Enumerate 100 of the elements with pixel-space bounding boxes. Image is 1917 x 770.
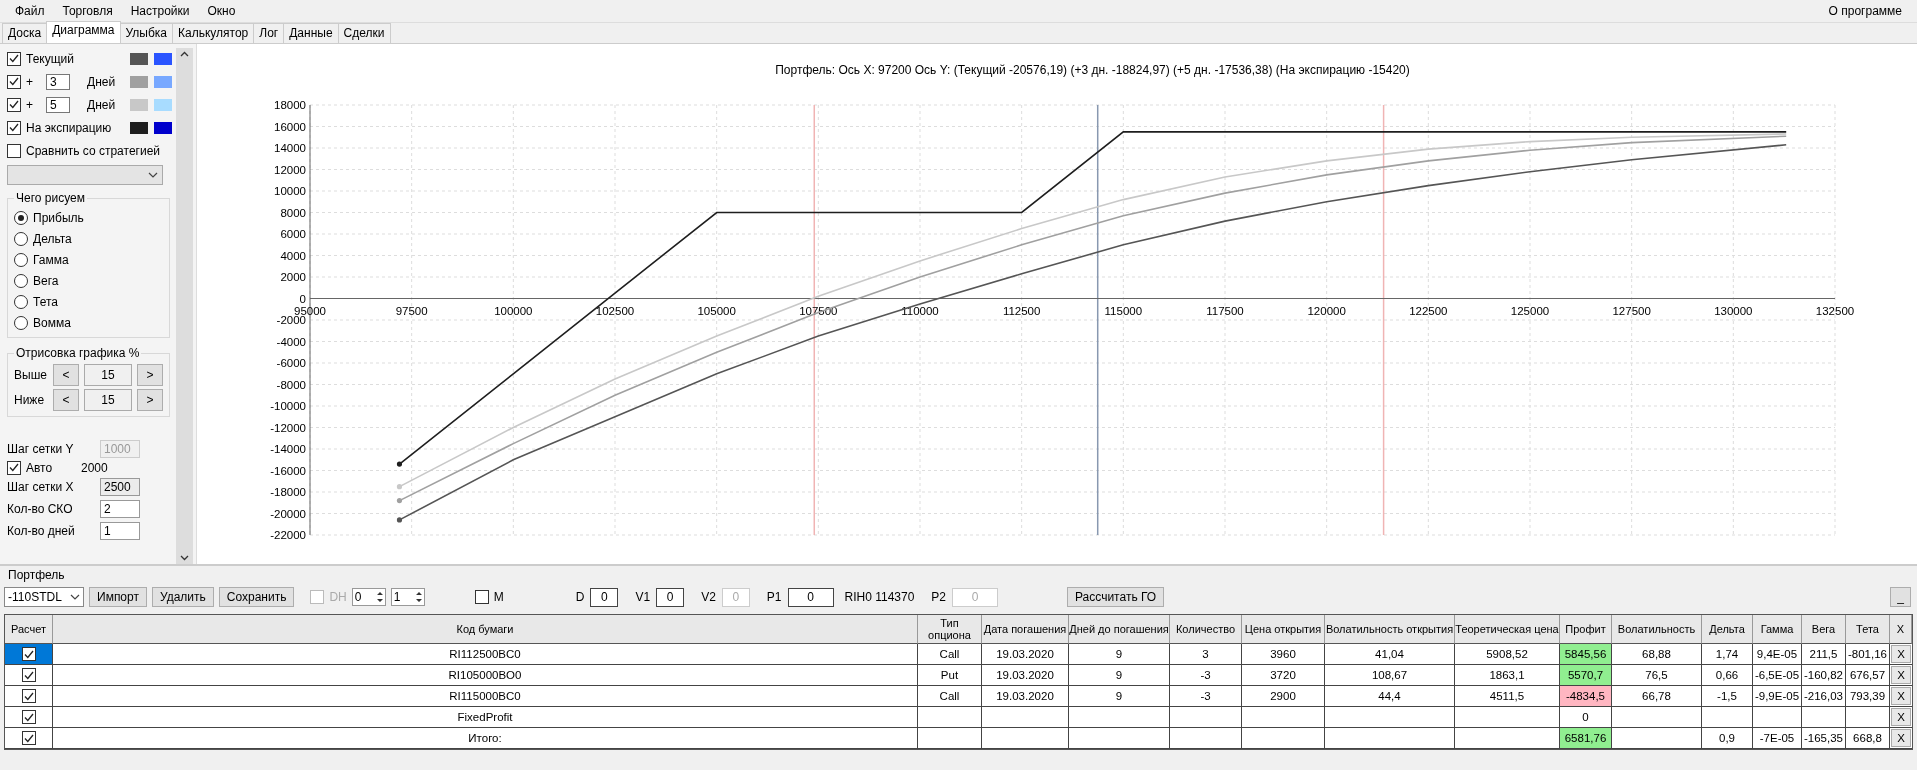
toolbar-button[interactable]: Импорт	[89, 587, 147, 607]
menu-item[interactable]: Окно	[198, 2, 245, 20]
color-swatch[interactable]	[130, 52, 148, 65]
checkbox[interactable]	[7, 74, 21, 89]
group-title: Чего рисуем	[15, 191, 86, 205]
menu-item[interactable]: Настройки	[121, 2, 199, 20]
column-header[interactable]: Дней до погашения	[1069, 615, 1170, 644]
toolbar-button[interactable]: Удалить	[151, 587, 214, 607]
menu-item[interactable]: Файл	[6, 2, 54, 20]
color-swatch[interactable]	[154, 75, 172, 88]
strategy-dropdown[interactable]: -110STDL	[4, 587, 84, 607]
color-swatch[interactable]	[154, 121, 172, 134]
checkbox[interactable]	[7, 460, 21, 475]
table-cell: 9	[1069, 686, 1170, 707]
table-cell[interactable]	[5, 728, 53, 749]
percent-field[interactable]: 15	[84, 388, 132, 411]
tab[interactable]: Калькулятор	[172, 23, 255, 43]
color-swatch[interactable]	[130, 121, 148, 134]
table-cell	[1170, 728, 1242, 749]
color-swatch[interactable]	[154, 98, 172, 111]
table-cell: -801,16	[1846, 644, 1890, 665]
column-header[interactable]: Тип опциона	[918, 615, 982, 644]
toolbar-button[interactable]: Сохранить	[218, 587, 295, 607]
checkbox[interactable]	[21, 689, 36, 703]
value-field[interactable]: 0	[590, 587, 619, 607]
y-tick-label: -2000	[276, 314, 306, 326]
y-tick-label: 12000	[274, 163, 306, 176]
checkbox[interactable]	[21, 710, 36, 724]
sko-field[interactable]: 2	[100, 500, 140, 518]
about-menu-item[interactable]: О программе	[1819, 2, 1911, 20]
x-tick-label: 107500	[799, 304, 838, 317]
radio-button[interactable]	[14, 210, 28, 225]
column-header[interactable]: X	[1890, 615, 1912, 644]
checkbox[interactable]	[7, 120, 21, 135]
column-header[interactable]: Код бумаги	[53, 615, 918, 644]
percent-field[interactable]: 15	[84, 363, 132, 386]
radio-button[interactable]	[14, 273, 28, 288]
calculate-button[interactable]: Рассчитать ГО	[1067, 587, 1165, 607]
checkbox[interactable]	[21, 668, 36, 682]
chevron-down-icon	[148, 172, 158, 178]
column-header[interactable]: Вега	[1802, 615, 1846, 644]
chevron-down-icon[interactable]	[180, 555, 189, 561]
chevron-up-icon[interactable]	[180, 51, 189, 57]
radio-button[interactable]	[14, 315, 28, 330]
table-cell[interactable]	[5, 707, 53, 728]
checkbox[interactable]	[7, 143, 21, 158]
minimize-button[interactable]: _	[1890, 587, 1911, 607]
column-header[interactable]: Цена открытия	[1242, 615, 1325, 644]
days-field[interactable]: 3	[46, 73, 70, 90]
scrollbar[interactable]	[176, 48, 193, 564]
menu-item[interactable]: Торговля	[53, 2, 122, 20]
table-cell[interactable]	[5, 665, 53, 686]
table-cell: 1,74	[1702, 644, 1753, 665]
checkbox[interactable]	[7, 51, 21, 66]
x-tick-label: 120000	[1307, 304, 1346, 317]
checkbox[interactable]	[7, 97, 21, 112]
color-swatch[interactable]	[130, 75, 148, 88]
table-cell: 19.03.2020	[982, 686, 1069, 707]
delete-button[interactable]: X	[1891, 687, 1911, 705]
column-header[interactable]: Дата погашения	[982, 615, 1069, 644]
tab[interactable]: Данные	[283, 23, 339, 43]
radio-button[interactable]	[14, 231, 28, 246]
decrease-button[interactable]: <	[53, 388, 79, 411]
column-header[interactable]: Расчет	[5, 615, 53, 644]
increase-button[interactable]: >	[137, 388, 163, 411]
delete-button[interactable]: X	[1891, 729, 1911, 747]
column-header[interactable]: Волатильность	[1612, 615, 1702, 644]
delete-button[interactable]: X	[1891, 645, 1911, 663]
column-header[interactable]: Дельта	[1702, 615, 1753, 644]
days-field[interactable]: 5	[46, 96, 70, 113]
delete-button[interactable]: X	[1891, 708, 1911, 726]
color-swatch[interactable]	[130, 98, 148, 111]
column-header[interactable]: Количество	[1170, 615, 1242, 644]
days-count-field[interactable]: 1	[100, 522, 140, 540]
tab[interactable]: Сделки	[337, 23, 391, 43]
tab[interactable]: Доска	[2, 23, 48, 43]
table-cell[interactable]	[5, 686, 53, 707]
radio-button[interactable]	[14, 294, 28, 309]
value-field[interactable]: 0	[656, 587, 685, 607]
y-tick-label: -10000	[270, 400, 306, 412]
column-header[interactable]: Профит	[1560, 615, 1612, 644]
spin-field[interactable]: 0	[351, 588, 386, 606]
color-swatch[interactable]	[154, 52, 172, 65]
column-header[interactable]: Волатильность открытия	[1325, 615, 1455, 644]
checkbox[interactable]	[21, 647, 36, 661]
column-header[interactable]: Теоретическая цена	[1455, 615, 1560, 644]
radio-button[interactable]	[14, 252, 28, 267]
column-header[interactable]: Гамма	[1753, 615, 1802, 644]
value-field[interactable]: 0	[787, 587, 834, 607]
increase-button[interactable]: >	[137, 363, 163, 386]
column-header[interactable]: Тета	[1846, 615, 1890, 644]
delete-button[interactable]: X	[1891, 666, 1911, 684]
checkbox[interactable]	[21, 731, 36, 745]
grid-x-field[interactable]: 2500	[100, 478, 140, 496]
decrease-button[interactable]: <	[53, 363, 79, 386]
table-cell[interactable]	[5, 644, 53, 665]
checkbox[interactable]	[474, 590, 489, 604]
table-cell: -3	[1170, 686, 1242, 707]
spin-field[interactable]: 1	[390, 588, 425, 606]
tab[interactable]: Диаграмма	[46, 21, 121, 43]
